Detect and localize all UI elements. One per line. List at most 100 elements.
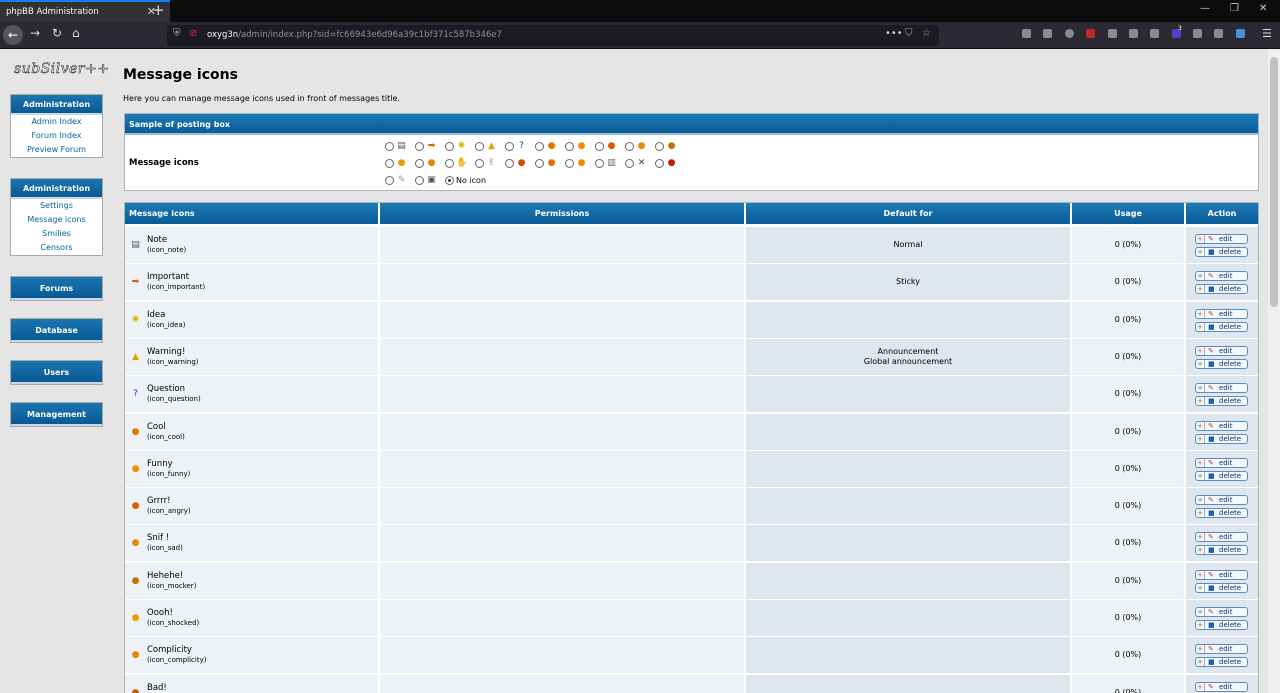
book-icon: ▥ (607, 158, 616, 168)
nav-link-censors[interactable]: Censors (11, 241, 102, 255)
edit-button[interactable]: + ✎ edit (1195, 607, 1248, 617)
edit-button[interactable]: + ✎ edit (1195, 532, 1248, 543)
icon-radio[interactable] (475, 159, 484, 168)
edit-button[interactable]: + ✎ edit (1195, 457, 1248, 468)
edit-button[interactable]: + ✎ edit (1195, 681, 1248, 692)
edit-button[interactable]: + ✎ edit (1195, 644, 1248, 655)
icon-radio[interactable] (535, 159, 544, 168)
extension-icon[interactable] (1236, 29, 1245, 38)
browser-tab[interactable]: phpBB Administration ✕ (0, 0, 170, 22)
nav-group-database[interactable]: Database (10, 318, 103, 343)
edit-button[interactable]: + ✎ edit (1195, 271, 1248, 282)
icon-radio[interactable] (445, 142, 454, 151)
icon-name: Important (147, 272, 190, 283)
page-scrollbar[interactable] (1268, 49, 1280, 693)
home-icon[interactable]: ⌂ (72, 26, 80, 40)
pocket-icon[interactable]: ⛉ (905, 28, 913, 39)
icon-radio[interactable] (565, 159, 574, 168)
screenshot-icon[interactable] (1193, 29, 1202, 38)
insecure-lock-icon[interactable]: ⊘ (189, 28, 197, 39)
nav-group-header[interactable]: Users (11, 361, 102, 384)
page-actions-icon[interactable]: ••• (885, 28, 903, 39)
delete-button[interactable]: + ■ delete (1195, 657, 1248, 668)
table-row: ➡ Important (icon_important) Sticky 0 (0… (125, 263, 1258, 301)
scrollbar-thumb[interactable] (1270, 57, 1278, 307)
edit-button[interactable]: + ✎ edit (1195, 420, 1248, 431)
nav-link-settings[interactable]: Settings (11, 199, 102, 213)
delete-button[interactable]: + ■ delete (1195, 247, 1248, 257)
translate-icon[interactable] (1214, 29, 1223, 38)
nav-group-header[interactable]: Forums (11, 277, 102, 300)
reload-icon[interactable]: ↻ (52, 26, 62, 40)
edit-button[interactable]: + ✎ edit (1195, 234, 1248, 244)
library-icon[interactable] (1022, 29, 1031, 38)
delete-button[interactable]: + ■ delete (1195, 470, 1248, 481)
icon-radio[interactable] (385, 176, 394, 185)
icon-radio[interactable] (535, 142, 544, 151)
edit-button[interactable]: + ✎ edit (1195, 383, 1248, 394)
url-bar[interactable]: ⛨ ⊘ oxyg3n/admin/index.php?sid=fc66943e6… (167, 25, 939, 46)
sidebar-icon[interactable] (1043, 29, 1052, 38)
delete-button[interactable]: + ■ delete (1195, 582, 1248, 593)
smiley-icon: ● (577, 158, 586, 168)
icon-radio[interactable] (625, 159, 634, 168)
icon-radio[interactable] (415, 142, 424, 151)
no-icon-radio[interactable] (445, 176, 454, 185)
shield-icon[interactable]: ⛨ (173, 28, 181, 39)
new-tab-icon[interactable]: + (152, 1, 165, 19)
icon-radio[interactable] (385, 142, 394, 151)
icon-cell: ● Bad! (125, 674, 380, 693)
icon-radio[interactable] (505, 159, 514, 168)
ublock-icon[interactable] (1086, 29, 1095, 38)
edit-button[interactable]: + ✎ edit (1195, 495, 1248, 506)
menu-icon[interactable]: ☰ (1262, 27, 1272, 40)
delete-button[interactable]: + ■ delete (1195, 433, 1248, 444)
col-header-action: Action (1186, 203, 1258, 224)
icon-radio[interactable] (505, 142, 514, 151)
nav-link-forum-index[interactable]: Forum Index (11, 129, 102, 143)
minimize-icon[interactable]: — (1200, 3, 1210, 14)
delete-button[interactable]: + ■ delete (1195, 358, 1248, 369)
extension-badge-count: 3 (1178, 25, 1182, 32)
nav-group-users[interactable]: Users (10, 360, 103, 385)
forward-icon[interactable]: → (30, 26, 40, 40)
delete-button[interactable]: + ■ delete (1195, 284, 1248, 295)
cloud-icon[interactable] (1150, 29, 1159, 38)
delete-button[interactable]: + ■ delete (1195, 545, 1248, 556)
nav-link-admin-index[interactable]: Admin Index (11, 115, 102, 129)
nav-group-forums[interactable]: Forums (10, 276, 103, 301)
edit-button[interactable]: + ✎ edit (1195, 308, 1248, 319)
icon-radio[interactable] (475, 142, 484, 151)
icon-radio[interactable] (415, 176, 424, 185)
icon-radio[interactable] (445, 159, 454, 168)
delete-button[interactable]: + ■ delete (1195, 508, 1248, 519)
icon-radio[interactable] (385, 159, 394, 168)
icon-radio[interactable] (595, 159, 604, 168)
restore-icon[interactable]: ❐ (1230, 3, 1239, 14)
close-window-icon[interactable]: ✕ (1259, 3, 1267, 14)
account-icon[interactable] (1065, 29, 1074, 38)
icon-radio[interactable] (415, 159, 424, 168)
delete-button[interactable]: + ■ delete (1195, 620, 1248, 630)
edit-button[interactable]: + ✎ edit (1195, 345, 1248, 356)
nav-group-header[interactable]: Database (11, 319, 102, 342)
nav-group-management[interactable]: Management (10, 402, 103, 427)
icon-radio[interactable] (625, 142, 634, 151)
nav-link-message-icons[interactable]: Message icons (11, 213, 102, 227)
icon-radio[interactable] (565, 142, 574, 151)
url-text[interactable]: oxyg3n/admin/index.php?sid=fc66943e6d96a… (207, 30, 502, 40)
bookmark-star-icon[interactable]: ☆ (922, 28, 931, 39)
icon-radio[interactable] (655, 142, 664, 151)
delete-button[interactable]: + ■ delete (1195, 321, 1248, 332)
edit-button[interactable]: + ✎ edit (1195, 569, 1248, 580)
icon-radio[interactable] (655, 159, 664, 168)
mask-icon[interactable] (1129, 29, 1138, 38)
delete-button[interactable]: + ■ delete (1195, 396, 1248, 407)
icon-radio[interactable] (595, 142, 604, 151)
nav-group-header[interactable]: Management (11, 403, 102, 426)
nav-link-preview-forum[interactable]: Preview Forum (11, 143, 102, 157)
subsilver-logo[interactable]: subSilver++ (14, 61, 110, 78)
extension-list-icon[interactable] (1108, 29, 1117, 38)
nav-link-smilies[interactable]: Smilies (11, 227, 102, 241)
back-icon[interactable]: ← (3, 25, 23, 45)
